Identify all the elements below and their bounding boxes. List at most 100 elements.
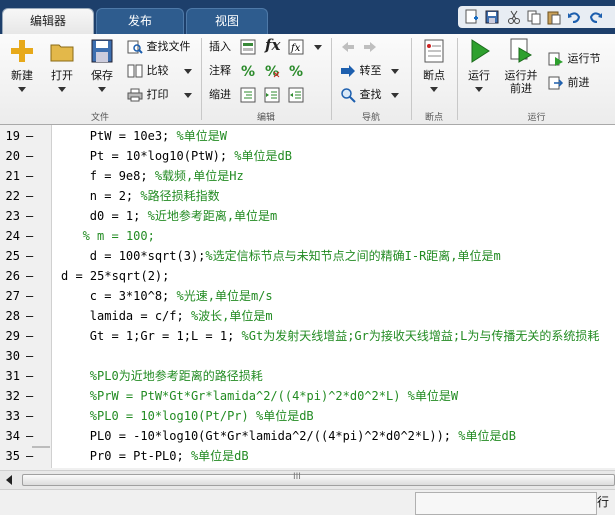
find-button[interactable]: 查找 (340, 85, 399, 105)
code-text: %PrW = PtW*Gt*Gr*lamida^2/((4*pi)^2*d0^2… (90, 386, 458, 406)
run-section-button[interactable]: 运行节 (548, 49, 601, 69)
breakpoint-dash[interactable]: – (26, 246, 33, 266)
run-button[interactable]: 运行 (462, 36, 496, 95)
code-text: d0 = 1; %近地参考距离,单位是m (90, 206, 277, 226)
cut-icon[interactable] (506, 9, 522, 25)
uncomment-percent-icon[interactable]: % (264, 63, 280, 79)
fx-button[interactable]: fx (265, 36, 280, 54)
breakpoints-button[interactable]: 断点 (415, 36, 453, 95)
code-statement: d0 = 1; (89, 209, 148, 223)
save-button[interactable]: 保存 (84, 36, 120, 95)
code-line[interactable]: 24– % m = 100; (0, 226, 615, 246)
paste-icon[interactable] (546, 9, 562, 25)
breakpoint-dash[interactable]: – (26, 366, 33, 386)
code-line[interactable]: 32– %PrW = PtW*Gt*Gr*lamida^2/((4*pi)^2*d… (0, 386, 615, 406)
code-line[interactable]: 22– n = 2; %路径损耗指数 (0, 186, 615, 206)
code-line[interactable]: 30– (0, 346, 615, 366)
run-and-advance-button[interactable]: 运行并 前进 (500, 36, 542, 95)
navigate-group-label: 导航 (361, 113, 380, 123)
breakpoint-dash[interactable]: – (26, 166, 33, 186)
code-line[interactable]: 31– %PL0为近地参考距离的路径损耗 (0, 366, 615, 386)
code-line[interactable]: 26– d = 25*sqrt(2); (0, 266, 615, 286)
code-statement: Pr0 = Pt-PL0; (89, 449, 191, 463)
code-editor[interactable]: 19– PtW = 10e3; %单位是W 20– Pt = 10*log10(PtW… (0, 125, 615, 468)
compare-icon (127, 64, 143, 78)
code-text: Gt = 1;Gr = 1;L = 1; %Gt为发射天线增益;Gr为接收天线增… (90, 326, 600, 346)
tab-publish[interactable]: 发布 (96, 8, 184, 34)
wrap-comments-icon[interactable]: % (288, 63, 304, 79)
breakpoint-dash[interactable]: – (26, 286, 33, 306)
group-divider (201, 38, 202, 120)
smart-indent-icon[interactable] (240, 87, 256, 103)
breakpoint-dash[interactable]: – (26, 346, 33, 366)
undo-icon[interactable] (566, 9, 582, 25)
scroll-left-icon[interactable] (4, 474, 16, 486)
run-section-label: 运行节 (567, 52, 601, 65)
code-line[interactable]: 20– Pt = 10*log10(PtW); %单位是dB (0, 146, 615, 166)
open-button[interactable]: 打开 (44, 36, 80, 95)
comment-percent-icon[interactable]: % (240, 63, 256, 79)
breakpoint-dash[interactable]: – (26, 186, 33, 206)
code-line[interactable]: 29– Gt = 1;Gr = 1;L = 1; %Gt为发射天线增益;Gr为接收… (0, 326, 615, 346)
scroll-thumb[interactable]: III (22, 472, 615, 486)
code-line[interactable]: 25– d = 100*sqrt(3);%选定信标节点与未知节点之间的精确I-R距… (0, 246, 615, 266)
find-files-icon (127, 40, 143, 54)
find-files-button[interactable]: 查找文件 (127, 37, 191, 57)
goto-button[interactable]: 转至 (340, 61, 399, 81)
chevron-down-icon[interactable] (314, 45, 322, 50)
breakpoint-dash[interactable]: – (26, 386, 33, 406)
code-comment: %选定信标节点与未知节点之间的精确I-R距离,单位是m (205, 249, 501, 263)
print-button[interactable]: 打印 (127, 85, 192, 105)
save-icon[interactable] (484, 9, 500, 25)
group-divider (411, 38, 412, 120)
code-line[interactable]: 35– Pr0 = Pt-PL0; %单位是dB (0, 446, 615, 466)
breakpoint-dash[interactable]: – (26, 306, 33, 326)
code-line[interactable]: 33– %PL0 = 10*log10(Pt/Pr) %单位是dB (0, 406, 615, 426)
code-line[interactable]: 34– PL0 = -10*log10(Gt*Gr*lamida^2/((4*pi… (0, 426, 615, 446)
code-comment: %PL0 = 10*log10(Pt/Pr) %单位是dB (89, 409, 314, 423)
group-divider (457, 38, 458, 120)
line-number: 29 (5, 329, 20, 343)
increase-indent-icon[interactable] (264, 87, 280, 103)
chevron-down-icon (430, 87, 438, 92)
breakpoint-dash[interactable]: – (26, 206, 33, 226)
svg-text:fx: fx (290, 43, 301, 54)
code-line[interactable]: 36– (0, 466, 615, 468)
line-number: 30 (5, 349, 20, 363)
code-text: % m = 100; (83, 226, 155, 246)
code-comment: %单位是dB (458, 429, 516, 443)
tab-editor[interactable]: 编辑器 (2, 8, 94, 34)
breakpoint-dash[interactable]: – (26, 406, 33, 426)
breakpoint-dash[interactable]: – (26, 266, 33, 286)
breakpoint-dash[interactable]: – (26, 226, 33, 246)
code-fold-marker[interactable] (30, 445, 52, 467)
back-arrow-icon[interactable] (340, 40, 356, 54)
code-line[interactable]: 21– f = 9e8; %载频,单位是Hz (0, 166, 615, 186)
code-line[interactable]: 28– lamida = c/f; %波长,单位是m (0, 306, 615, 326)
indent-button[interactable]: 缩进 (209, 85, 231, 105)
code-line[interactable]: 23– d0 = 1; %近地参考距离,单位是m (0, 206, 615, 226)
function-browser-icon[interactable]: fx (288, 39, 304, 55)
compare-button[interactable]: 比较 (127, 61, 192, 81)
code-line[interactable]: 19– PtW = 10e3; %单位是W (0, 126, 615, 146)
advance-label: 前进 (567, 76, 590, 89)
breakpoint-dash[interactable]: – (26, 426, 33, 446)
insert-section-icon[interactable] (240, 39, 256, 55)
chevron-down-icon (475, 87, 483, 92)
tab-view[interactable]: 视图 (186, 8, 268, 34)
code-text: PtW = 10e3; %单位是W (90, 126, 227, 146)
new-script-icon[interactable] (464, 9, 480, 25)
copy-icon[interactable] (526, 9, 542, 25)
redo-icon[interactable] (588, 9, 604, 25)
decrease-indent-icon[interactable] (288, 87, 304, 103)
comment-button[interactable]: 注释 (209, 61, 231, 81)
insert-button[interactable]: 插入 (209, 37, 231, 57)
code-line[interactable]: 27– c = 3*10^8; %光速,单位是m/s (0, 286, 615, 306)
forward-arrow-icon[interactable] (362, 40, 378, 54)
new-button[interactable]: 新建 (4, 36, 40, 95)
breakpoint-dash[interactable]: – (26, 326, 33, 346)
breakpoint-dash[interactable]: – (26, 126, 33, 146)
horizontal-scrollbar[interactable]: III (0, 470, 615, 489)
advance-button[interactable]: 前进 (548, 73, 590, 93)
breakpoint-dash[interactable]: – (26, 146, 33, 166)
